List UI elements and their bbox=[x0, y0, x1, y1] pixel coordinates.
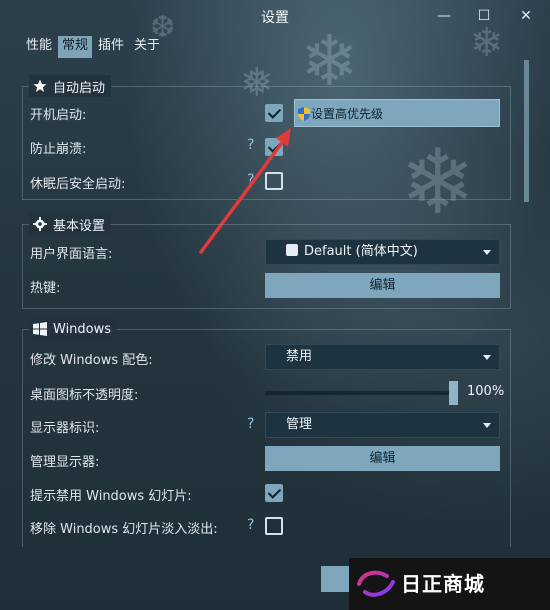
star-icon bbox=[33, 79, 47, 92]
autostart-group-title: 自动启动 bbox=[53, 80, 106, 96]
monitor-id-label: 显示器标识: bbox=[30, 421, 100, 436]
uac-shield-icon bbox=[298, 107, 310, 121]
windows-group-header: Windows bbox=[29, 318, 118, 340]
scrollbar-thumb[interactable] bbox=[524, 60, 529, 202]
hotkey-edit-button[interactable]: 编辑 bbox=[265, 273, 500, 298]
slideshow-fade-checkbox[interactable] bbox=[265, 517, 283, 535]
tab-bar: 性能 常规 插件 关于 bbox=[22, 36, 166, 58]
windows-logo-icon bbox=[33, 322, 47, 336]
tooltip-text: 设置高优先级 bbox=[311, 107, 384, 121]
hotkey-label: 热键: bbox=[30, 281, 61, 296]
watermark-logo-icon bbox=[357, 570, 395, 597]
minimize-button[interactable]: — bbox=[434, 6, 454, 26]
ui-language-value: Default (简体中文) bbox=[304, 244, 418, 259]
windows-group-title: Windows bbox=[53, 321, 112, 337]
safe-start-label: 休眠后安全启动: bbox=[30, 177, 126, 192]
language-icon bbox=[286, 244, 298, 256]
title-bar[interactable]: 设置 — ☐ ✕ bbox=[0, 0, 550, 32]
icon-opacity-slider-track[interactable] bbox=[265, 391, 455, 395]
ui-language-select[interactable]: Default (简体中文) bbox=[265, 239, 500, 265]
manage-monitors-label: 管理显示器: bbox=[30, 455, 100, 470]
close-button[interactable]: ✕ bbox=[516, 6, 536, 26]
watermark-banner: 日正商城 bbox=[349, 558, 550, 610]
maximize-button[interactable]: ☐ bbox=[474, 6, 494, 26]
tab-performance[interactable]: 性能 bbox=[22, 36, 56, 58]
slideshow-fade-label: 移除 Windows 幻灯片淡入淡出: bbox=[30, 522, 218, 537]
crash-protection-checkbox[interactable] bbox=[265, 138, 283, 156]
windows-color-select[interactable]: 禁用 bbox=[265, 344, 500, 370]
slideshow-fade-help-icon[interactable]: ? bbox=[247, 517, 254, 533]
manage-monitors-edit-button[interactable]: 编辑 bbox=[265, 446, 500, 471]
basic-settings-group-header: 基本设置 bbox=[29, 213, 112, 235]
chevron-down-icon bbox=[483, 355, 491, 360]
windows-color-label: 修改 Windows 配色: bbox=[30, 353, 153, 368]
boot-start-label: 开机启动: bbox=[30, 108, 87, 123]
settings-window: 设置 — ☐ ✕ 性能 常规 插件 关于 自动启动 开机启动: 防止崩溃: ? … bbox=[0, 0, 550, 610]
gear-icon bbox=[33, 217, 47, 231]
monitor-id-value: 管理 bbox=[286, 417, 313, 432]
icon-opacity-value: 100% bbox=[467, 384, 505, 399]
boot-start-checkbox[interactable] bbox=[265, 104, 283, 122]
tab-about[interactable]: 关于 bbox=[130, 36, 164, 58]
basic-settings-group-title: 基本设置 bbox=[53, 218, 106, 234]
chevron-down-icon bbox=[483, 250, 491, 255]
crash-protection-help-icon[interactable]: ? bbox=[247, 137, 254, 153]
icon-opacity-label: 桌面图标不透明度: bbox=[30, 388, 139, 403]
slideshow-hint-label: 提示禁用 Windows 幻灯片: bbox=[30, 489, 192, 504]
ui-language-label: 用户界面语言: bbox=[30, 247, 113, 262]
icon-opacity-slider-thumb[interactable] bbox=[449, 381, 458, 405]
monitor-id-select[interactable]: 管理 bbox=[265, 412, 500, 438]
crash-protection-label: 防止崩溃: bbox=[30, 142, 87, 157]
safe-start-checkbox[interactable] bbox=[265, 172, 283, 190]
monitor-id-help-icon[interactable]: ? bbox=[247, 416, 254, 432]
windows-color-value: 禁用 bbox=[286, 349, 313, 364]
bottom-action-button[interactable] bbox=[321, 566, 349, 592]
slideshow-hint-checkbox[interactable] bbox=[265, 484, 283, 502]
tab-general[interactable]: 常规 bbox=[58, 36, 93, 58]
chevron-down-icon bbox=[483, 423, 491, 428]
high-priority-tooltip[interactable]: 设置高优先级 bbox=[294, 99, 500, 127]
safe-start-help-icon[interactable]: ? bbox=[247, 172, 254, 188]
autostart-group-header: 自动启动 bbox=[29, 75, 112, 97]
window-title: 设置 bbox=[261, 10, 289, 26]
tab-plugins[interactable]: 插件 bbox=[94, 36, 128, 58]
watermark-text: 日正商城 bbox=[401, 572, 485, 596]
